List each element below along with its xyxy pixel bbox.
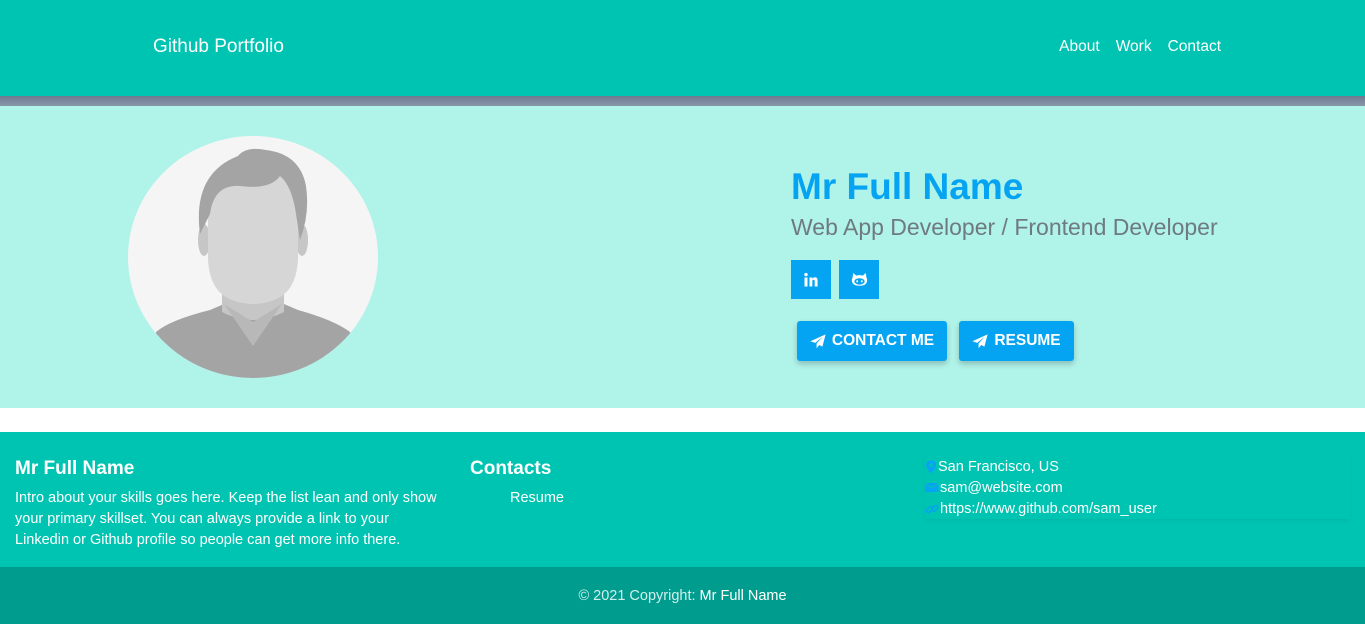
copyright-name-link[interactable]: Mr Full Name [700,588,787,604]
nav-link-contact[interactable]: Contact [1168,38,1221,56]
location-pin-icon [926,460,936,473]
hero-section: Mr Full Name Web App Developer / Fronten… [0,106,1365,408]
copyright-text: © 2021 Copyright: [578,587,696,604]
resume-button[interactable]: RESUME [959,321,1074,361]
footer-contacts-title: Contacts [470,458,552,479]
person-silhouette-icon [148,148,358,378]
contact-location-text: San Francisco, US [938,458,1059,475]
hero-role: Web App Developer / Frontend Developer [791,214,1218,240]
navbar: Github Portfolio About Work Contact [0,0,1365,96]
paper-plane-icon [972,333,988,348]
paper-plane-icon [810,333,826,348]
contact-me-button[interactable]: CONTACT ME [797,321,947,361]
footer-about-text: Intro about your skills goes here. Keep … [15,490,437,548]
nav-link-about[interactable]: About [1059,38,1100,56]
contact-me-label: CONTACT ME [831,332,935,349]
link-icon [925,504,939,513]
contact-email-text[interactable]: sam@website.com [940,480,1063,496]
envelope-icon [925,483,939,492]
github-icon [851,273,867,286]
footer: Mr Full Name Intro about your skills goe… [0,432,1365,567]
resume-label: RESUME [994,332,1061,349]
nav-link-work[interactable]: Work [1116,38,1152,56]
contact-github-text[interactable]: https://www.github.com/sam_user [940,501,1157,517]
contact-location: San Francisco, US [925,456,1350,477]
avatar [128,136,378,378]
footer-contact-list: San Francisco, US sam@website.com https:… [925,456,1350,519]
footer-resume-link[interactable]: Resume [510,490,564,506]
footer-about-title: Mr Full Name [15,458,135,479]
contact-email: sam@website.com [925,477,1350,498]
copyright-bar: © 2021 Copyright: Mr Full Name [0,567,1365,624]
linkedin-icon [804,272,818,286]
navbar-shadow [0,96,1365,106]
linkedin-button[interactable] [791,260,831,299]
contact-github: https://www.github.com/sam_user [925,498,1350,519]
nav-links: About Work Contact [1059,38,1221,56]
hero-name: Mr Full Name [791,166,1024,207]
navbar-brand[interactable]: Github Portfolio [153,36,284,58]
github-button[interactable] [839,260,879,299]
